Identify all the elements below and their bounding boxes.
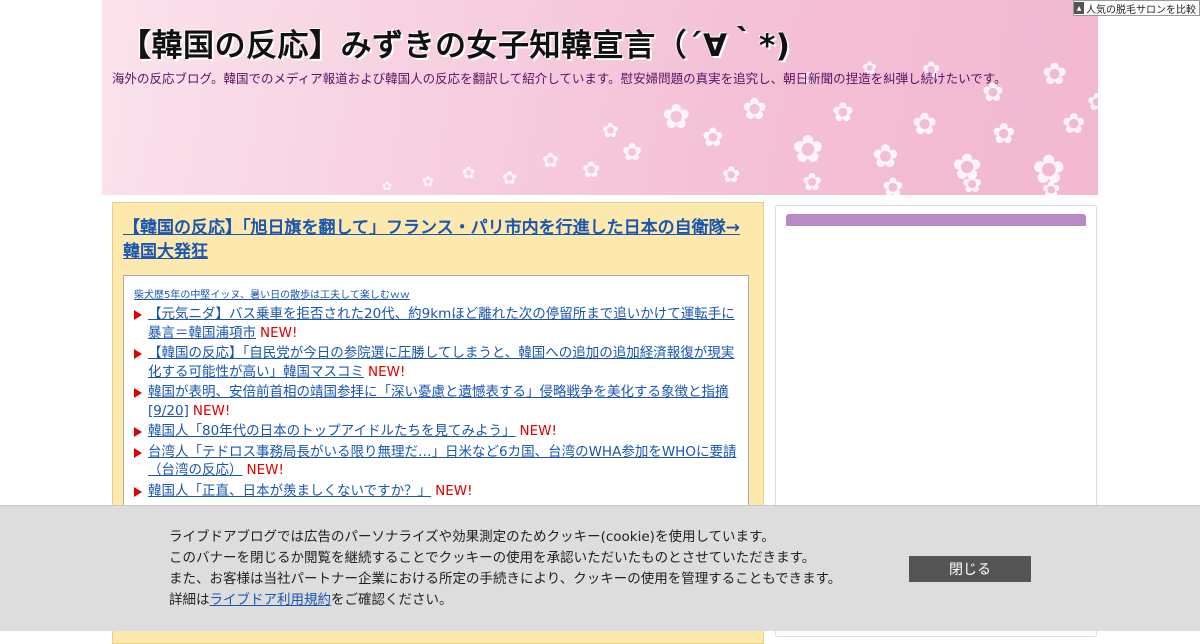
cherry-blossom-icon: ✿ [962, 170, 983, 195]
related-link[interactable]: 【元気ニダ】バス乗車を拒否された20代、約9kmほど離れた次の停留所まで追いかけ… [148, 306, 735, 341]
new-badge: NEW! [192, 402, 231, 419]
cookie-text: ライブドアブログでは広告のパーソナライズや効果測定のためクッキー(cookie)… [169, 527, 841, 611]
related-list-item: 韓国人「80年代の日本のトップアイドルたちを見てみよう」 NEW! [134, 422, 740, 441]
new-badge: NEW! [368, 363, 406, 380]
cherry-blossom-icon: ✿ [742, 92, 768, 127]
cookie-line-2: このバナーを閉じるか閲覧を継続することでクッキーの使用を承認いただいたものとさせ… [169, 550, 816, 566]
related-link[interactable]: 韓国人「80年代の日本のトップアイドルたちを見てみよう」 [148, 423, 516, 439]
cookie-line-4: 詳細はライブドア利用規約をご確認ください。 [169, 590, 841, 611]
new-badge: NEW! [260, 324, 298, 341]
cherry-blossom-icon: ✿ [882, 173, 904, 195]
related-list-item: 台湾人「テドロス事務局長がいる限り無理だ…」日米など6カ国、台湾のWHA参加をW… [134, 443, 740, 480]
cherry-blossom-icon: ✿ [382, 179, 393, 193]
cherry-blossom-icon: ✿ [1087, 88, 1098, 116]
cherry-blossom-icon: ✿ [1042, 57, 1068, 92]
cherry-blossom-icon: ✿ [462, 163, 476, 182]
cherry-blossom-icon: ✿ [1062, 107, 1086, 140]
cherry-blossom-icon: ✿ [422, 174, 434, 190]
new-badge: NEW! [435, 482, 473, 499]
related-link[interactable]: 台湾人「テドロス事務局長がいる限り無理だ…」日米など6カ国、台湾のWHA参加をW… [148, 444, 736, 479]
new-badge: NEW! [246, 462, 284, 478]
cookie-line-3: また、お客様は当社パートナー企業における所定の手続きにより、クッキーの使用を管理… [169, 571, 842, 587]
cherry-blossom-icon: ✿ [802, 168, 823, 195]
close-button[interactable]: 閉じる [909, 556, 1031, 582]
cherry-blossom-icon: ✿ [912, 107, 938, 142]
header-banner: ✿ ✿ ✿ ✿ ✿ ✿ ✿ ✿ ✿ ✿ ✿ ✿ ✿ ✿ ✿ ✿ ✿ ✿ ✿ ✿ ✿ ✿ ✿ ✿ ✿ ✿ ✿ ✿ ✿ ✿ 【韓国の反応】みず… [102, 0, 1098, 195]
cherry-blossom-icon: ✿ [582, 158, 601, 183]
terms-link[interactable]: ライブドア利用規約 [210, 592, 332, 608]
cherry-blossom-icon: ✿ [602, 118, 619, 142]
related-list-item: 【韓国の反応】「自民党が今日の参院選に圧勝してしまうと、韓国への追加の追加経済報… [134, 344, 740, 381]
related-link[interactable]: 韓国人「正直、日本が羨ましくないですか？」 [148, 483, 431, 499]
red-arrow-icon [134, 310, 142, 320]
sidebar-header-bar [786, 214, 1086, 226]
related-link[interactable]: 【韓国の反応】「自民党が今日の参院選に圧勝してしまうと、韓国への追加の追加経済報… [148, 345, 734, 380]
related-link[interactable]: 韓国が表明、安倍前首相の靖国参拝に「深い憂慮と遺憾表する」侵略戦争を美化する象徴… [148, 384, 729, 419]
red-arrow-icon [134, 447, 142, 458]
related-list-item: 韓国人「正直、日本が羨ましくないですか？」 NEW! [134, 482, 740, 501]
new-badge: NEW! [519, 423, 557, 439]
cherry-blossom-icon: ✿ [722, 163, 741, 188]
ad-badge-label: 人気の脱毛サロンを比較 [1086, 4, 1196, 16]
cookie-details-suffix: をご確認ください。 [331, 592, 453, 608]
cookie-banner: ライブドアブログでは広告のパーソナライズや効果測定のためクッキー(cookie)… [0, 505, 1200, 631]
related-list-item: 韓国が表明、安倍前首相の靖国参拝に「深い憂慮と遺憾表する」侵略戦争を美化する象徴… [134, 383, 740, 420]
cherry-blossom-icon: ✿ [542, 148, 559, 172]
cherry-blossom-icon: ✿ [992, 117, 1016, 150]
red-arrow-icon [134, 486, 142, 497]
related-small-link[interactable]: 柴犬歴5年の中堅イッヌ、暑い日の散歩は工夫して楽しむｗｗ [134, 286, 748, 301]
article-title[interactable]: 【韓国の反応】「旭日旗を翻して」フランス・パリ市内を行進した日本の自衛隊→韓国大… [123, 216, 755, 264]
cookie-details-prefix: 詳細は [169, 592, 210, 608]
cherry-blossom-icon: ✿ [872, 137, 899, 175]
red-arrow-icon [134, 388, 142, 398]
site-description: 海外の反応ブログ。韓国でのメディア報道および韓国人の反応を翻訳して紹介しています… [112, 71, 1007, 86]
cherry-blossom-icon: ✿ [502, 168, 518, 189]
related-articles-box: 柴犬歴5年の中堅イッヌ、暑い日の散歩は工夫して楽しむｗｗ 【元気ニダ】バス乗車を… [123, 275, 749, 525]
red-arrow-icon [134, 349, 142, 359]
cookie-line-1: ライブドアブログでは広告のパーソナライズや効果測定のためクッキー(cookie)… [169, 529, 775, 545]
related-list-item: 【元気ニダ】バス乗車を拒否された20代、約9kmほど離れた次の停留所まで追いかけ… [134, 305, 740, 342]
ad-badge[interactable]: ▲ 人気の脱毛サロンを比較 [1073, 0, 1200, 16]
cherry-blossom-icon: ✿ [662, 97, 691, 137]
red-arrow-icon [134, 427, 142, 437]
cherry-blossom-icon: ✿ [1042, 178, 1061, 196]
cherry-blossom-icon: ✿ [792, 127, 824, 171]
related-list: 【元気ニダ】バス乗車を拒否された20代、約9kmほど離れた次の停留所まで追いかけ… [134, 305, 740, 500]
cherry-blossom-icon: ✿ [702, 123, 724, 153]
ad-info-icon: ▲ [1074, 2, 1084, 14]
cherry-blossom-icon: ✿ [622, 138, 643, 166]
cherry-blossom-icon: ✿ [832, 98, 854, 128]
site-title[interactable]: 【韓国の反応】みずきの女子知韓宣言（´∀｀*) [120, 20, 790, 65]
